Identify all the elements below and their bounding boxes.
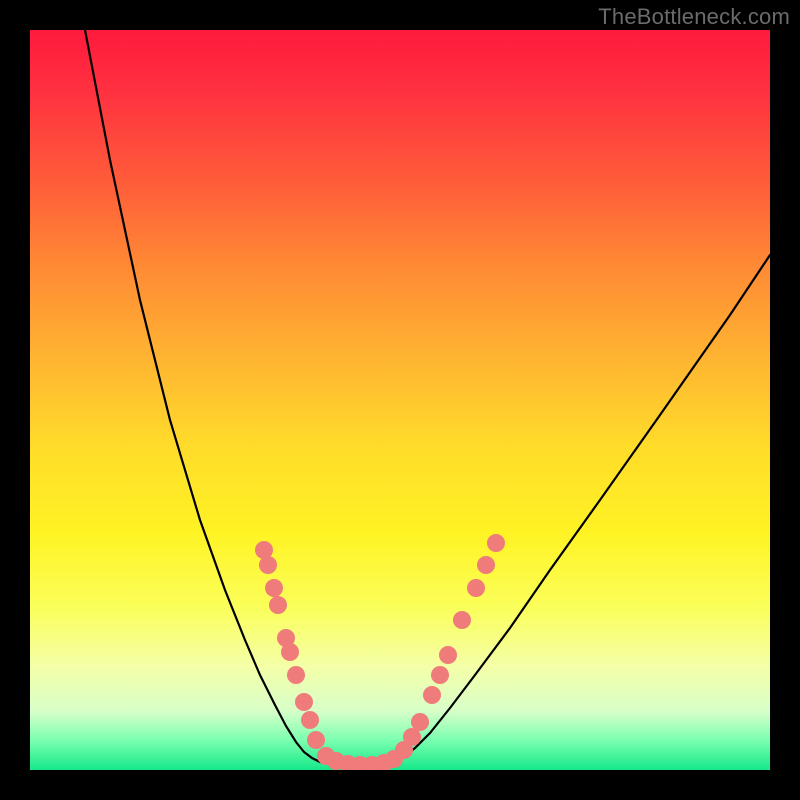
data-point-right-cluster-mid bbox=[423, 686, 441, 704]
data-point-right-cluster-upper bbox=[453, 611, 471, 629]
data-point-right-cluster-upper bbox=[477, 556, 495, 574]
data-point-right-cluster-upper bbox=[467, 579, 485, 597]
data-point-left-cluster-upper bbox=[265, 579, 283, 597]
data-point-left-cluster-upper bbox=[269, 596, 287, 614]
data-point-left-cluster-mid bbox=[281, 643, 299, 661]
data-point-left-cluster-lower bbox=[295, 693, 313, 711]
data-point-right-cluster-lower bbox=[411, 713, 429, 731]
data-point-right-cluster-mid bbox=[439, 646, 457, 664]
performance-curve bbox=[85, 30, 770, 765]
data-point-left-cluster-lower bbox=[307, 731, 325, 749]
data-point-right-cluster-upper bbox=[487, 534, 505, 552]
bottleneck-chart bbox=[30, 30, 770, 770]
data-point-left-cluster-mid bbox=[287, 666, 305, 684]
watermark-text: TheBottleneck.com bbox=[598, 4, 790, 30]
data-point-left-cluster-upper bbox=[259, 556, 277, 574]
data-point-left-cluster-lower bbox=[301, 711, 319, 729]
data-point-right-cluster-mid bbox=[431, 666, 449, 684]
